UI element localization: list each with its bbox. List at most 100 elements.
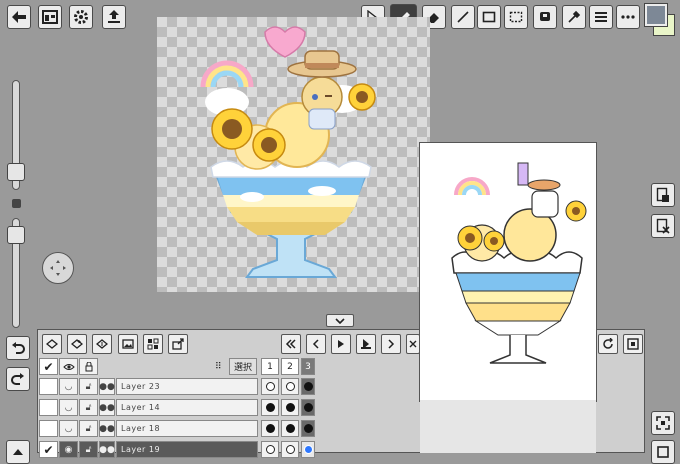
layer-link-toggle[interactable]: ●● — [99, 399, 115, 416]
layer-lock-toggle[interactable]: 🔓︎ — [79, 378, 98, 395]
screen-layout-button[interactable] — [38, 5, 62, 29]
layer-row[interactable]: ✔ ◉ 🔓︎ ●● Layer 19 — [39, 440, 315, 459]
first-frame-button[interactable] — [281, 334, 301, 354]
exit-button[interactable] — [7, 5, 31, 29]
delete-frame-button[interactable] — [651, 214, 675, 238]
rectangle-tool-button[interactable] — [477, 5, 501, 29]
layer-frame-2[interactable] — [281, 420, 299, 437]
layer-checkbox[interactable] — [39, 378, 58, 395]
next-frame-button[interactable] — [381, 334, 401, 354]
link-dots-icon: ●● — [99, 423, 115, 434]
layer-frame-1[interactable] — [261, 378, 279, 395]
play-button[interactable] — [331, 334, 351, 354]
more-button[interactable] — [616, 5, 640, 29]
export-layer-button[interactable] — [168, 334, 188, 354]
frame-column-3[interactable]: 3 — [301, 358, 315, 375]
layer-frame-2[interactable] — [281, 399, 299, 416]
layer-visibility-toggle[interactable]: ◡ — [59, 378, 78, 395]
import-image-button[interactable] — [118, 334, 138, 354]
layer-name[interactable]: Layer 19 — [116, 441, 258, 458]
brush-size-slider-thumb[interactable] — [7, 163, 25, 181]
frame-dot — [265, 403, 275, 412]
collapse-panel-button[interactable] — [326, 314, 354, 327]
bottom-left-button[interactable] — [6, 440, 30, 464]
close-icon — [409, 340, 417, 348]
layer-frame-3[interactable] — [301, 441, 315, 458]
eye-icon — [62, 363, 75, 370]
foreground-color-swatch[interactable] — [644, 3, 668, 27]
loop-button[interactable] — [598, 334, 618, 354]
link-dots-icon: ●● — [99, 444, 115, 455]
drawing-canvas[interactable] — [157, 17, 430, 292]
opacity-slider-thumb[interactable] — [7, 226, 25, 244]
layer-name[interactable]: Layer 14 — [116, 399, 258, 416]
layer-link-toggle[interactable]: ●● — [99, 420, 115, 437]
frame-settings-button[interactable] — [623, 334, 643, 354]
bottom-right-button[interactable] — [651, 440, 675, 464]
export-icon — [172, 338, 184, 350]
lock-open-icon: 🔓︎ — [85, 402, 92, 413]
fullscreen-button[interactable] — [651, 411, 675, 435]
layer-lock-toggle[interactable]: 🔓︎ — [79, 399, 98, 416]
layer-frame-1[interactable] — [261, 420, 279, 437]
layer-visibility-toggle[interactable]: ◡ — [59, 420, 78, 437]
new-layer-button[interactable] — [42, 334, 62, 354]
rectangle-icon — [482, 11, 496, 23]
layer-name[interactable]: Layer 18 — [116, 420, 258, 437]
menu-button[interactable] — [589, 5, 613, 29]
layer-frame-2[interactable] — [281, 441, 299, 458]
frame-add-icon — [656, 187, 669, 202]
settings-button[interactable] — [69, 5, 93, 29]
share-button[interactable] — [102, 5, 126, 29]
layer-frame-3[interactable] — [301, 420, 315, 437]
line-icon — [457, 11, 469, 23]
onion-skin-button[interactable] — [356, 334, 376, 354]
layer-frame-1[interactable] — [261, 441, 279, 458]
frame-dot — [265, 424, 275, 433]
layer-lock-toggle[interactable]: 🔓︎ — [79, 420, 98, 437]
select-mode-button[interactable]: 選択 — [229, 358, 257, 375]
next-frame-icon — [388, 339, 395, 349]
layer-frame-1[interactable] — [261, 399, 279, 416]
fill-tool-button[interactable] — [533, 5, 557, 29]
frame-column-2[interactable]: 2 — [281, 358, 299, 375]
line-tool-button[interactable] — [451, 5, 475, 29]
eyedropper-button[interactable] — [562, 5, 586, 29]
prev-frame-button[interactable] — [306, 334, 326, 354]
layer-link-toggle[interactable]: ●● — [99, 378, 115, 395]
select-all-checkbox[interactable]: ✔ — [39, 358, 58, 375]
layer-row[interactable]: ◡ 🔓︎ ●● Layer 14 — [39, 398, 315, 417]
layer-visibility-toggle[interactable]: ◡ — [59, 399, 78, 416]
lock-icon — [85, 361, 92, 371]
layer-link-toggle[interactable]: ●● — [99, 441, 115, 458]
layer-row[interactable]: ◡ 🔓︎ ●● Layer 18 — [39, 419, 315, 438]
layer-frame-2[interactable] — [281, 378, 299, 395]
layer-name[interactable]: Layer 23 — [116, 378, 258, 395]
move-joystick[interactable] — [42, 252, 74, 284]
lock-open-icon: 🔓︎ — [85, 423, 92, 434]
layer-lock-toggle[interactable]: 🔓︎ — [79, 441, 98, 458]
layer-frame-3[interactable] — [301, 378, 315, 395]
triangle-up-icon — [13, 449, 23, 455]
artwork-image — [200, 26, 376, 278]
preview-window[interactable] — [419, 142, 597, 402]
drag-handle-icon[interactable]: ⠿ — [215, 362, 222, 372]
layer-checkbox[interactable] — [39, 420, 58, 437]
add-frame-button[interactable] — [651, 183, 675, 207]
merge-layer-button[interactable] — [92, 334, 112, 354]
redo-button[interactable] — [6, 367, 30, 391]
marquee-select-button[interactable] — [504, 5, 528, 29]
undo-button[interactable] — [6, 336, 30, 360]
layer-frame-3[interactable] — [301, 399, 315, 416]
duplicate-layer-button[interactable] — [67, 334, 87, 354]
chevron-down-icon — [335, 317, 345, 324]
layer-settings-button[interactable] — [143, 334, 163, 354]
close-panel-button[interactable] — [406, 334, 420, 354]
layer-checkbox[interactable] — [39, 399, 58, 416]
layer-checkbox[interactable]: ✔ — [39, 441, 58, 458]
move-arrows-icon — [50, 260, 66, 276]
frame-column-1[interactable]: 1 — [261, 358, 279, 375]
layer-merge-icon — [96, 339, 108, 349]
layer-row[interactable]: ◡ 🔓︎ ●● Layer 23 — [39, 377, 315, 396]
layer-visibility-toggle[interactable]: ◉ — [59, 441, 78, 458]
